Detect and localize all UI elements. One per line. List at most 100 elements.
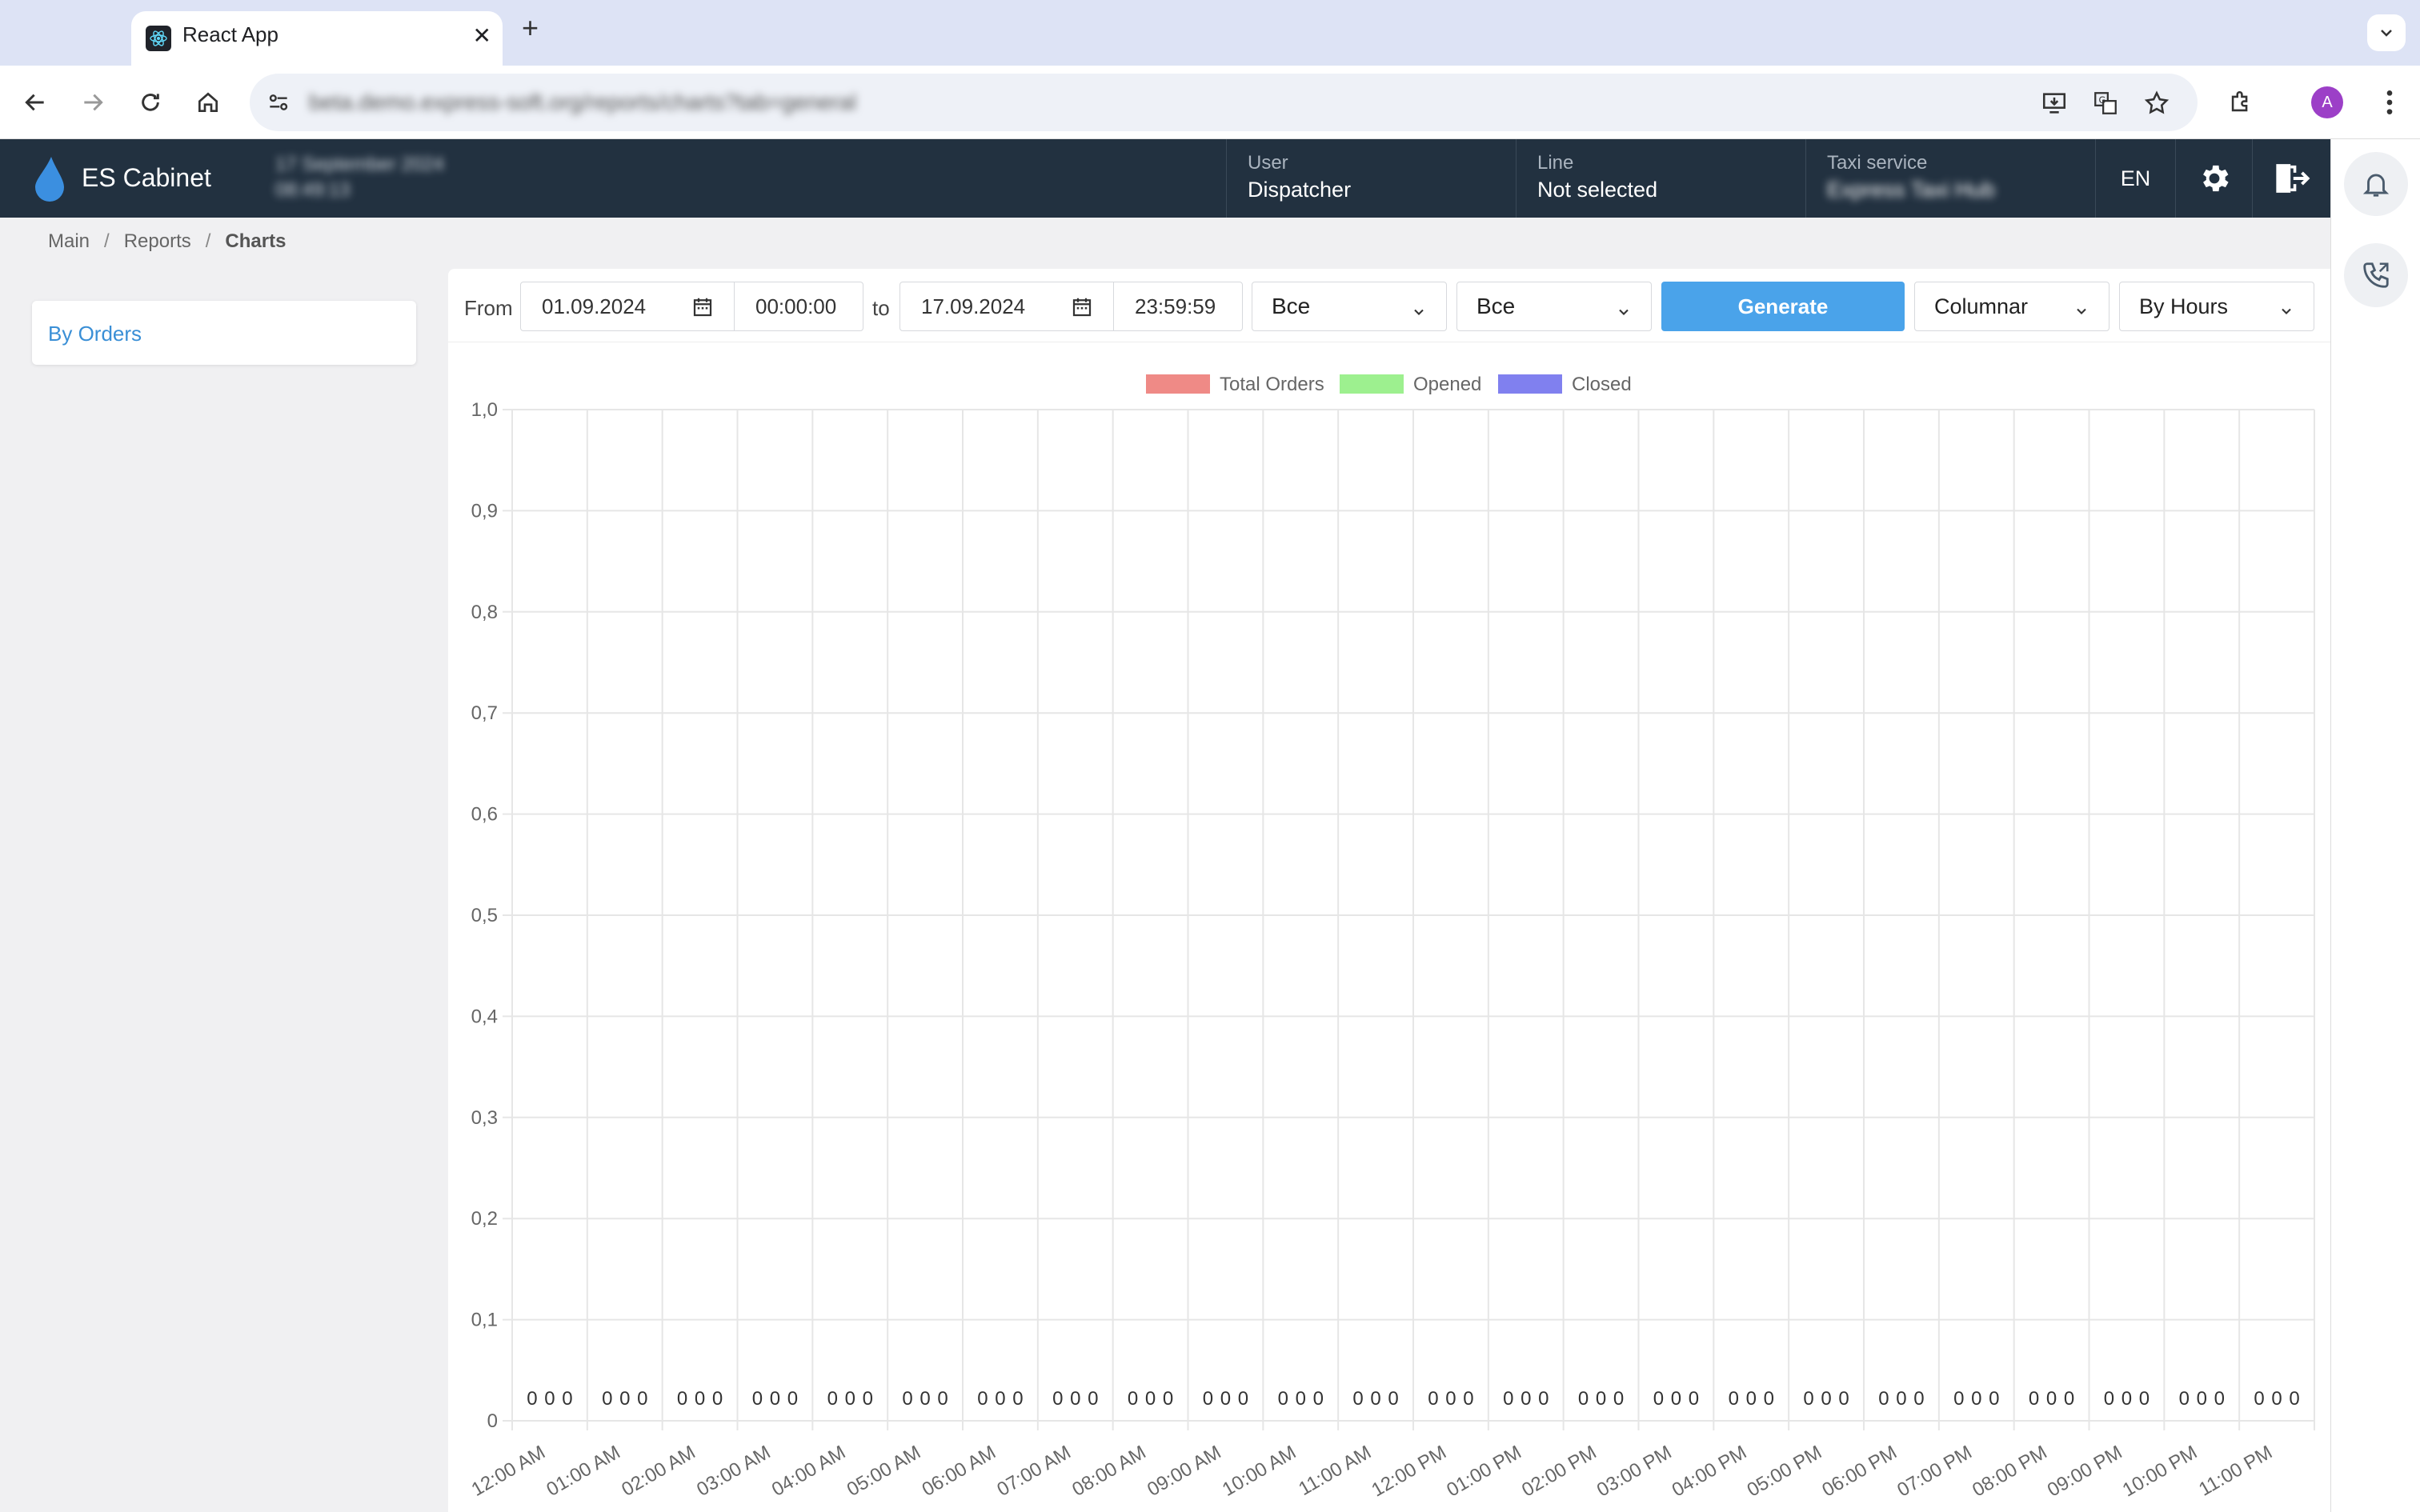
to-time-input[interactable]: 23:59:59 (1113, 282, 1243, 331)
header-user-cell[interactable]: User Dispatcher (1226, 139, 1516, 218)
profile-avatar[interactable]: A (2311, 86, 2343, 118)
address-bar[interactable]: beta.demo.express-soft.org/reports/chart… (250, 74, 2198, 131)
install-app-icon[interactable] (2041, 90, 2068, 117)
extensions-puzzle-icon[interactable] (2223, 85, 2258, 120)
generate-button[interactable]: Generate (1661, 282, 1905, 331)
header-line-cell[interactable]: Line Not selected (1516, 139, 1805, 218)
y-tick-label: 0,3 (471, 1107, 498, 1129)
filter-select-1-value: Все (1272, 294, 1311, 318)
data-label: 0 (1388, 1388, 1398, 1410)
data-label: 0 (619, 1388, 630, 1410)
data-label: 0 (677, 1388, 687, 1410)
reload-icon[interactable] (133, 85, 168, 120)
forward-arrow-icon[interactable] (75, 85, 110, 120)
y-tick-label: 0,5 (471, 905, 498, 926)
tab-close-icon[interactable]: ✕ (473, 22, 491, 49)
header-taxi-cell[interactable]: Taxi service Express Taxi Hub (1805, 139, 2095, 218)
data-label: 0 (1070, 1388, 1080, 1410)
app-name[interactable]: ES Cabinet (82, 163, 211, 193)
breadcrumb-main[interactable]: Main (48, 230, 90, 252)
legend-label: Closed (1572, 374, 1632, 395)
data-label: 0 (1803, 1388, 1813, 1410)
data-label: 0 (2214, 1388, 2225, 1410)
chevron-down-icon (2278, 300, 2294, 325)
data-label: 0 (2046, 1388, 2057, 1410)
data-label: 0 (2271, 1388, 2282, 1410)
data-label: 0 (527, 1388, 537, 1410)
y-tick-label: 1,0 (471, 399, 498, 421)
browser-tab[interactable]: React App ✕ (131, 11, 503, 66)
breadcrumb: Main / Reports / Charts (48, 230, 286, 253)
data-label: 0 (845, 1388, 855, 1410)
filter-select-2[interactable]: Все (1456, 282, 1652, 331)
grouping-select[interactable]: By Hours (2119, 282, 2314, 331)
calendar-icon[interactable] (1070, 295, 1094, 325)
data-label: 0 (1896, 1388, 1906, 1410)
from-time-value: 00:00:00 (755, 294, 837, 318)
data-label: 0 (995, 1388, 1005, 1410)
new-tab-icon[interactable]: + (522, 11, 539, 45)
filter-select-2-value: Все (1476, 294, 1516, 318)
chart-type-select[interactable]: Columnar (1914, 282, 2109, 331)
bookmark-star-icon[interactable] (2143, 90, 2170, 117)
data-label: 0 (1596, 1388, 1606, 1410)
data-label: 0 (977, 1388, 988, 1410)
x-tick-label: 10:00 PM (2119, 1442, 2201, 1502)
from-label: From (464, 296, 513, 320)
breadcrumb-separator: / (104, 230, 110, 252)
data-label: 0 (1746, 1388, 1757, 1410)
data-label: 0 (1163, 1388, 1173, 1410)
data-label: 0 (1238, 1388, 1248, 1410)
data-label: 0 (2197, 1388, 2207, 1410)
to-date-input[interactable]: 17.09.2024 (899, 282, 1114, 331)
x-tick-label: 12:00 AM (468, 1442, 549, 1501)
data-label: 0 (2254, 1388, 2264, 1410)
breadcrumb-reports[interactable]: Reports (124, 230, 191, 252)
phone-icon[interactable] (2344, 243, 2408, 307)
site-info-icon[interactable] (266, 90, 291, 119)
sidebar-item-by-orders[interactable]: By Orders (48, 322, 142, 346)
y-tick-label: 0,2 (471, 1208, 498, 1230)
data-label: 0 (1428, 1388, 1438, 1410)
from-time-input[interactable]: 00:00:00 (734, 282, 863, 331)
data-label: 0 (752, 1388, 763, 1410)
calendar-icon[interactable] (691, 295, 715, 325)
language-switch[interactable]: EN (2095, 139, 2175, 218)
right-rail (2330, 139, 2420, 1512)
settings-gear-icon[interactable] (2175, 139, 2252, 218)
from-date-input[interactable]: 01.09.2024 (520, 282, 735, 331)
drop-logo-icon[interactable] (32, 155, 66, 206)
header-time: 08:49:13 (275, 179, 351, 201)
data-label: 0 (1521, 1388, 1531, 1410)
data-label: 0 (1878, 1388, 1889, 1410)
data-label: 0 (1953, 1388, 1964, 1410)
data-label: 0 (1463, 1388, 1473, 1410)
notifications-bell-icon[interactable] (2344, 152, 2408, 216)
back-arrow-icon[interactable] (18, 85, 53, 120)
browser-tab-bar: React App ✕ + (0, 0, 2420, 66)
x-tick-label: 05:00 PM (1744, 1442, 1825, 1502)
tab-search-chevron-icon[interactable] (2367, 14, 2406, 51)
x-axis: 12:00 AM01:00 AM02:00 AM03:00 AM04:00 AM… (468, 1442, 2276, 1502)
x-tick-label: 02:00 AM (618, 1442, 699, 1501)
data-label: 0 (2064, 1388, 2074, 1410)
filter-select-1[interactable]: Все (1252, 282, 1447, 331)
data-label: 0 (1145, 1388, 1156, 1410)
x-tick-label: 05:00 AM (843, 1442, 924, 1501)
x-tick-label: 08:00 PM (1969, 1442, 2050, 1502)
x-tick-label: 01:00 PM (1443, 1442, 1525, 1502)
data-label: 0 (1671, 1388, 1681, 1410)
data-label: 0 (2179, 1388, 2190, 1410)
data-label: 0 (1220, 1388, 1231, 1410)
data-label: 0 (1689, 1388, 1699, 1410)
home-icon[interactable] (190, 85, 226, 120)
grouping-value: By Hours (2139, 294, 2229, 318)
y-tick-label: 0,6 (471, 804, 498, 826)
data-label: 0 (637, 1388, 647, 1410)
more-menu-icon[interactable] (2374, 85, 2406, 124)
legend-label: Opened (1413, 374, 1481, 395)
data-label: 0 (1613, 1388, 1624, 1410)
logout-icon[interactable] (2252, 139, 2330, 218)
translate-icon[interactable]: G (2092, 90, 2119, 117)
data-label: 0 (1203, 1388, 1213, 1410)
